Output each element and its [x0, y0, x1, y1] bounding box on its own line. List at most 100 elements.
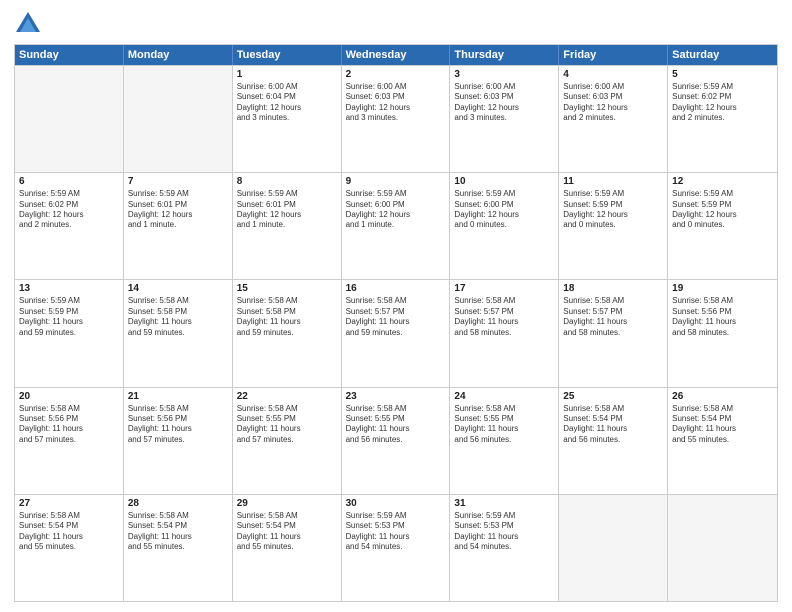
day-cell-9: 9Sunrise: 5:59 AMSunset: 6:00 PMDaylight… — [342, 173, 451, 279]
cell-info-line: Sunrise: 5:59 AM — [454, 189, 554, 199]
day-cell-27: 27Sunrise: 5:58 AMSunset: 5:54 PMDayligh… — [15, 495, 124, 601]
day-cell-25: 25Sunrise: 5:58 AMSunset: 5:54 PMDayligh… — [559, 388, 668, 494]
day-cell-14: 14Sunrise: 5:58 AMSunset: 5:58 PMDayligh… — [124, 280, 233, 386]
cell-info-line: and 57 minutes. — [237, 435, 337, 445]
cell-info-line: and 58 minutes. — [454, 328, 554, 338]
cell-info-line: Sunrise: 5:58 AM — [563, 296, 663, 306]
cell-info-line: Sunrise: 5:58 AM — [563, 404, 663, 414]
cell-info-line: Daylight: 12 hours — [672, 210, 773, 220]
cell-info-line: Sunset: 6:04 PM — [237, 92, 337, 102]
day-cell-24: 24Sunrise: 5:58 AMSunset: 5:55 PMDayligh… — [450, 388, 559, 494]
day-number: 17 — [454, 283, 554, 294]
cell-info-line: Sunset: 5:59 PM — [563, 200, 663, 210]
cell-info-line: Sunrise: 5:59 AM — [563, 189, 663, 199]
day-number: 8 — [237, 176, 337, 187]
empty-cell — [124, 66, 233, 172]
cell-info-line: Sunset: 6:03 PM — [346, 92, 446, 102]
day-cell-18: 18Sunrise: 5:58 AMSunset: 5:57 PMDayligh… — [559, 280, 668, 386]
cell-info-line: Sunset: 5:54 PM — [128, 521, 228, 531]
cell-info-line: Daylight: 11 hours — [237, 317, 337, 327]
cell-info-line: Daylight: 12 hours — [19, 210, 119, 220]
cell-info-line: Sunset: 5:59 PM — [19, 307, 119, 317]
logo — [14, 10, 46, 38]
day-number: 13 — [19, 283, 119, 294]
cell-info-line: Sunset: 6:02 PM — [672, 92, 773, 102]
cell-info-line: Sunrise: 5:59 AM — [672, 82, 773, 92]
cell-info-line: and 3 minutes. — [454, 113, 554, 123]
cell-info-line: and 59 minutes. — [128, 328, 228, 338]
day-number: 24 — [454, 391, 554, 402]
cell-info-line: Sunset: 6:01 PM — [237, 200, 337, 210]
day-number: 11 — [563, 176, 663, 187]
cell-info-line: and 56 minutes. — [563, 435, 663, 445]
cell-info-line: Sunrise: 5:58 AM — [237, 404, 337, 414]
day-number: 3 — [454, 69, 554, 80]
cell-info-line: and 56 minutes. — [346, 435, 446, 445]
cell-info-line: Daylight: 12 hours — [454, 103, 554, 113]
cell-info-line: Daylight: 11 hours — [19, 532, 119, 542]
cell-info-line: Daylight: 11 hours — [563, 317, 663, 327]
cell-info-line: Sunrise: 5:58 AM — [19, 511, 119, 521]
day-header-wednesday: Wednesday — [342, 45, 451, 65]
cell-info-line: Sunset: 5:56 PM — [128, 414, 228, 424]
day-number: 21 — [128, 391, 228, 402]
day-number: 1 — [237, 69, 337, 80]
cell-info-line: Sunset: 5:56 PM — [672, 307, 773, 317]
cell-info-line: and 0 minutes. — [672, 220, 773, 230]
cell-info-line: Daylight: 12 hours — [672, 103, 773, 113]
cell-info-line: and 54 minutes. — [346, 542, 446, 552]
calendar: SundayMondayTuesdayWednesdayThursdayFrid… — [14, 44, 778, 602]
cell-info-line: Sunset: 5:57 PM — [454, 307, 554, 317]
cell-info-line: Sunrise: 5:58 AM — [128, 296, 228, 306]
cell-info-line: Sunset: 6:03 PM — [563, 92, 663, 102]
calendar-body: 1Sunrise: 6:00 AMSunset: 6:04 PMDaylight… — [15, 65, 777, 601]
day-cell-30: 30Sunrise: 5:59 AMSunset: 5:53 PMDayligh… — [342, 495, 451, 601]
day-number: 6 — [19, 176, 119, 187]
day-number: 2 — [346, 69, 446, 80]
cell-info-line: Sunrise: 5:59 AM — [672, 189, 773, 199]
cell-info-line: and 0 minutes. — [454, 220, 554, 230]
cell-info-line: Sunset: 6:03 PM — [454, 92, 554, 102]
day-number: 5 — [672, 69, 773, 80]
cell-info-line: Sunrise: 5:59 AM — [346, 511, 446, 521]
cell-info-line: Sunset: 5:54 PM — [563, 414, 663, 424]
cell-info-line: and 55 minutes. — [128, 542, 228, 552]
day-number: 29 — [237, 498, 337, 509]
day-number: 28 — [128, 498, 228, 509]
cell-info-line: and 2 minutes. — [672, 113, 773, 123]
day-number: 26 — [672, 391, 773, 402]
cell-info-line: and 55 minutes. — [19, 542, 119, 552]
cell-info-line: Sunset: 5:59 PM — [672, 200, 773, 210]
cell-info-line: and 58 minutes. — [672, 328, 773, 338]
cell-info-line: and 58 minutes. — [563, 328, 663, 338]
day-header-thursday: Thursday — [450, 45, 559, 65]
cell-info-line: and 1 minute. — [346, 220, 446, 230]
cell-info-line: Sunrise: 5:58 AM — [19, 404, 119, 414]
cell-info-line: and 55 minutes. — [237, 542, 337, 552]
page: SundayMondayTuesdayWednesdayThursdayFrid… — [0, 0, 792, 612]
cell-info-line: Daylight: 11 hours — [672, 317, 773, 327]
day-number: 31 — [454, 498, 554, 509]
cell-info-line: Daylight: 11 hours — [563, 424, 663, 434]
day-cell-10: 10Sunrise: 5:59 AMSunset: 6:00 PMDayligh… — [450, 173, 559, 279]
cell-info-line: Sunrise: 5:58 AM — [128, 511, 228, 521]
logo-icon — [14, 10, 42, 38]
day-cell-4: 4Sunrise: 6:00 AMSunset: 6:03 PMDaylight… — [559, 66, 668, 172]
day-number: 12 — [672, 176, 773, 187]
cell-info-line: Daylight: 11 hours — [128, 532, 228, 542]
day-cell-26: 26Sunrise: 5:58 AMSunset: 5:54 PMDayligh… — [668, 388, 777, 494]
cell-info-line: Daylight: 12 hours — [563, 103, 663, 113]
day-header-saturday: Saturday — [668, 45, 777, 65]
day-cell-21: 21Sunrise: 5:58 AMSunset: 5:56 PMDayligh… — [124, 388, 233, 494]
day-cell-13: 13Sunrise: 5:59 AMSunset: 5:59 PMDayligh… — [15, 280, 124, 386]
day-number: 10 — [454, 176, 554, 187]
cell-info-line: Daylight: 11 hours — [128, 424, 228, 434]
cell-info-line: Daylight: 12 hours — [563, 210, 663, 220]
day-cell-3: 3Sunrise: 6:00 AMSunset: 6:03 PMDaylight… — [450, 66, 559, 172]
week-row-3: 13Sunrise: 5:59 AMSunset: 5:59 PMDayligh… — [15, 279, 777, 386]
day-cell-29: 29Sunrise: 5:58 AMSunset: 5:54 PMDayligh… — [233, 495, 342, 601]
day-cell-31: 31Sunrise: 5:59 AMSunset: 5:53 PMDayligh… — [450, 495, 559, 601]
cell-info-line: Sunset: 5:53 PM — [454, 521, 554, 531]
day-header-tuesday: Tuesday — [233, 45, 342, 65]
cell-info-line: and 54 minutes. — [454, 542, 554, 552]
